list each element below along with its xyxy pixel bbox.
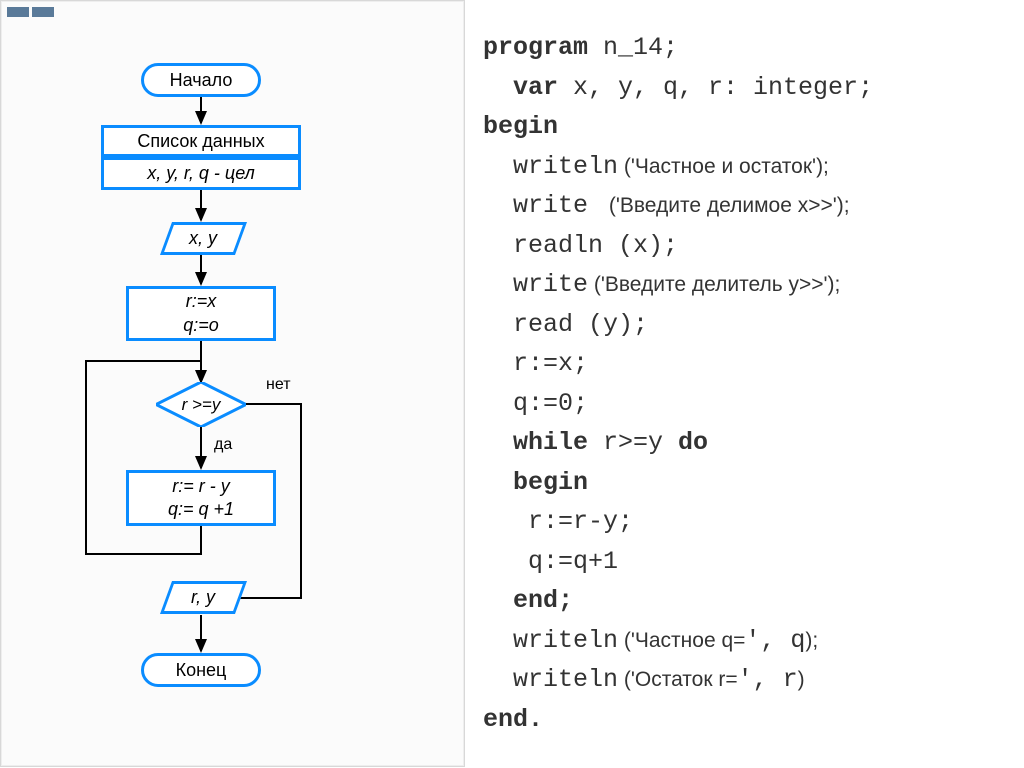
- code-line-8: read (y);: [483, 305, 1014, 345]
- decision-no-label: нет: [266, 376, 291, 394]
- flowchart-body: r:= r - y q:= q +1: [126, 470, 276, 526]
- flowchart-panel: Начало Список данных x, y, r, q - цел x,…: [0, 0, 465, 767]
- code-line-14: q:=q+1: [483, 542, 1014, 582]
- code-line-18: end.: [483, 700, 1014, 740]
- code-line-16: writeln ('Частное q=', q);: [483, 621, 1014, 661]
- code-line-9: r:=x;: [483, 344, 1014, 384]
- flowchart-data-vars: x, y, r, q - цел: [101, 157, 301, 190]
- code-line-17: writeln ('Остаток r=', r): [483, 660, 1014, 700]
- flowchart-end: Конец: [141, 653, 261, 687]
- data-header-label: Список данных: [137, 131, 264, 152]
- init-line2: q:=o: [183, 314, 219, 337]
- input-label: x, y: [189, 228, 217, 249]
- data-vars-label: x, y, r, q - цел: [147, 163, 255, 184]
- code-line-7: write ('Введите делитель y>>');: [483, 265, 1014, 305]
- flowchart: Начало Список данных x, y, r, q - цел x,…: [1, 1, 464, 766]
- flowchart-decision: r >=y: [156, 382, 246, 427]
- flowchart-input: x, y: [160, 222, 247, 255]
- code-line-10: q:=0;: [483, 384, 1014, 424]
- code-line-2: var x, y, q, r: integer;: [483, 68, 1014, 108]
- code-line-3: begin: [483, 107, 1014, 147]
- init-line1: r:=x: [186, 290, 217, 313]
- output-label: r, y: [191, 587, 215, 608]
- flowchart-init: r:=x q:=o: [126, 286, 276, 341]
- code-line-12: begin: [483, 463, 1014, 503]
- code-line-6: readln (x);: [483, 226, 1014, 266]
- code-line-1: program n_14;: [483, 28, 1014, 68]
- flowchart-start: Начало: [141, 63, 261, 97]
- flowchart-data-header: Список данных: [101, 125, 301, 157]
- code-line-4: writeln ('Частное и остаток');: [483, 147, 1014, 187]
- code-line-11: while r>=y do: [483, 423, 1014, 463]
- flowchart-output: r, y: [160, 581, 247, 614]
- code-panel: program n_14; var x, y, q, r: integer; b…: [465, 0, 1024, 767]
- body-line1: r:= r - y: [172, 475, 230, 498]
- start-label: Начало: [170, 70, 233, 91]
- decision-label: r >=y: [156, 382, 246, 427]
- code-line-5: write ('Введите делимое x>>');: [483, 186, 1014, 226]
- decision-yes-label: да: [214, 436, 232, 454]
- end-label: Конец: [176, 660, 227, 681]
- body-line2: q:= q +1: [168, 498, 234, 521]
- code-line-13: r:=r-y;: [483, 502, 1014, 542]
- code-line-15: end;: [483, 581, 1014, 621]
